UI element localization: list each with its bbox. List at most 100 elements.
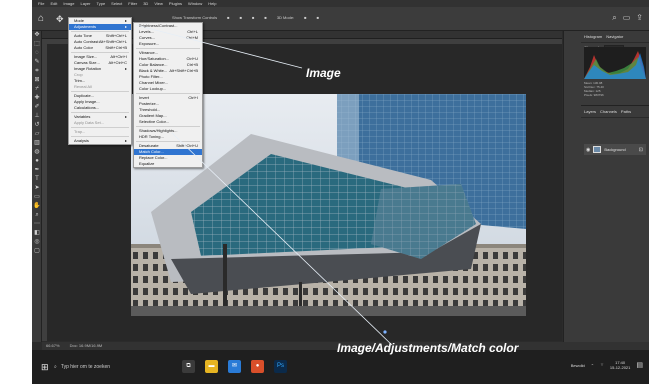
eye-icon[interactable]: ◉: [586, 147, 590, 153]
frame-icon[interactable]: ⊠: [32, 76, 42, 85]
menu-filter[interactable]: Filter: [128, 1, 137, 6]
weather-text[interactable]: Bewolkt: [571, 363, 585, 368]
share-icon[interactable]: ⇪: [636, 13, 643, 23]
home-icon[interactable]: ⌂: [38, 13, 50, 25]
menu-item-label: Exposure...: [139, 41, 160, 46]
tab-channels[interactable]: Channels: [600, 109, 617, 114]
notification-icon[interactable]: ▤: [636, 361, 643, 369]
menu-separator: [71, 31, 129, 32]
firefox-icon[interactable]: ●: [251, 360, 264, 373]
menu-item-label: Apply Data Set...: [74, 120, 105, 125]
menu-view[interactable]: View: [154, 1, 163, 6]
clock[interactable]: 17:40 15-12-2021: [610, 360, 630, 370]
network-icon[interactable]: ⌔: [600, 362, 604, 368]
menu-file[interactable]: File: [38, 1, 44, 6]
tab-layers[interactable]: Layers: [584, 109, 596, 114]
image-menu-item-adjustments[interactable]: Adjustments ▸: [69, 24, 131, 30]
tab-navigator[interactable]: Navigator: [606, 34, 623, 39]
adjustments-item-color-lookup[interactable]: Color Lookup...: [134, 86, 202, 92]
3d-icon[interactable]: ■: [304, 15, 306, 20]
align-icon[interactable]: ■: [264, 15, 266, 20]
more-icon[interactable]: ⋯: [32, 220, 42, 229]
adjustments-item-equalize[interactable]: Equalize: [134, 161, 202, 167]
image-menu-item-apply-data-set: Apply Data Set...: [69, 120, 131, 126]
zoom-icon[interactable]: ⌕: [32, 211, 42, 220]
brush-icon[interactable]: ✐: [32, 103, 42, 112]
image-menu-item-calculations[interactable]: Calculations...: [69, 105, 131, 111]
adjustments-item-exposure[interactable]: Exposure...: [134, 41, 202, 47]
tab-paths[interactable]: Paths: [621, 109, 631, 114]
stamp-icon[interactable]: ⊥: [32, 112, 42, 121]
menu-plugins[interactable]: Plugins: [169, 1, 182, 6]
crop-icon[interactable]: ⌗: [32, 67, 42, 76]
image-menu-item-auto-color[interactable]: Auto Color Shift+Ctrl+B: [69, 45, 131, 51]
histogram-tabs: Histogram Navigator: [581, 31, 649, 43]
show-transform-controls[interactable]: Show Transform Controls: [172, 15, 217, 20]
menu-edit[interactable]: Edit: [50, 1, 57, 6]
menu-item-label: Selective Color...: [139, 119, 170, 124]
align-icon[interactable]: ■: [240, 15, 242, 20]
align-icon[interactable]: ■: [252, 15, 254, 20]
healing-icon[interactable]: ✚: [32, 94, 42, 103]
histogram-graph: [584, 47, 646, 79]
workspace-icon[interactable]: ▭: [623, 13, 631, 23]
quick-mask-icon[interactable]: ◎: [32, 238, 42, 247]
menu-help[interactable]: Help: [208, 1, 216, 6]
annotation-image: Image: [306, 66, 341, 80]
menu-item-shortcut: Alt+Shift+Ctrl+B: [169, 68, 198, 73]
align-icon[interactable]: ■: [227, 15, 229, 20]
windows-start-icon[interactable]: ⊞: [41, 362, 51, 372]
histogram-stats: Mean: 130.08 Std Dev: 75.40 Median: 125 …: [584, 81, 646, 97]
menu-item-shortcut: ▸: [124, 66, 127, 71]
menu-separator: [136, 93, 200, 94]
layer-row[interactable]: ◉ Background ⊡: [584, 144, 646, 155]
shape-icon[interactable]: ▭: [32, 193, 42, 202]
hand-icon[interactable]: ✋: [32, 202, 42, 211]
type-icon[interactable]: T: [32, 175, 42, 184]
marquee-icon[interactable]: ⬚: [32, 40, 42, 49]
photoshop-icon[interactable]: Ps: [274, 360, 287, 373]
lasso-icon[interactable]: ◌: [32, 49, 42, 58]
menu-item-label: Auto Color: [74, 45, 93, 50]
menu-3d[interactable]: 3D: [143, 1, 148, 6]
quick-select-icon[interactable]: ✎: [32, 58, 42, 67]
tray-chevron-icon[interactable]: ⌃: [591, 363, 594, 368]
eraser-icon[interactable]: ▱: [32, 130, 42, 139]
task-view-icon[interactable]: ⧉: [182, 360, 195, 373]
move-icon[interactable]: ✥: [32, 31, 42, 40]
ruler-vertical: [42, 39, 47, 341]
color-swatch-icon[interactable]: ◧: [32, 229, 42, 238]
menu-image[interactable]: Image: [63, 1, 74, 6]
image-menu-item-analysis[interactable]: Analysis ▸: [69, 138, 131, 144]
tab-histogram[interactable]: Histogram: [584, 34, 602, 39]
adjustments-item-hdr-toning[interactable]: HDR Toning...: [134, 134, 202, 140]
search-icon[interactable]: ⌕: [612, 13, 616, 23]
menu-select[interactable]: Select: [111, 1, 122, 6]
screen-mode-icon[interactable]: ▢: [32, 247, 42, 256]
menu-type[interactable]: Type: [97, 1, 106, 6]
layer-name: Background: [604, 147, 626, 152]
eyedropper-icon[interactable]: ⌿: [32, 85, 42, 94]
dodge-icon[interactable]: ●: [32, 157, 42, 166]
menu-item-shortcut: Shift+Ctrl+B: [105, 45, 127, 50]
menu-item-shortcut: Ctrl+M: [186, 35, 198, 40]
taskbar-search[interactable]: ⌕ Typ hier om te zoeken: [54, 360, 182, 374]
3d-icon[interactable]: ■: [317, 15, 319, 20]
file-explorer-icon[interactable]: ▬: [205, 360, 218, 373]
adjustments-item-selective-color[interactable]: Selective Color...: [134, 119, 202, 125]
blur-icon[interactable]: ◍: [32, 148, 42, 157]
pen-icon[interactable]: ✒: [32, 166, 42, 175]
zoom-level[interactable]: 66.67%: [46, 342, 60, 350]
mail-icon[interactable]: ✉: [228, 360, 241, 373]
path-select-icon[interactable]: ➤: [32, 184, 42, 193]
options-items: Show Transform Controls ■ ■ ■ ■ 3D Mode:…: [172, 15, 319, 20]
move-tool-icon[interactable]: ✥: [56, 13, 68, 25]
image-menu-item-reveal-all: Reveal All: [69, 84, 131, 90]
gradient-icon[interactable]: ▥: [32, 139, 42, 148]
menu-window[interactable]: Window: [188, 1, 202, 6]
history-brush-icon[interactable]: ↺: [32, 121, 42, 130]
menu-layer[interactable]: Layer: [80, 1, 90, 6]
options-right: ⌕ ▭ ⇪: [612, 13, 643, 23]
menu-item-label: Analysis: [74, 138, 89, 143]
menu-bar: File Edit Image Layer Type Select Filter…: [32, 0, 649, 7]
